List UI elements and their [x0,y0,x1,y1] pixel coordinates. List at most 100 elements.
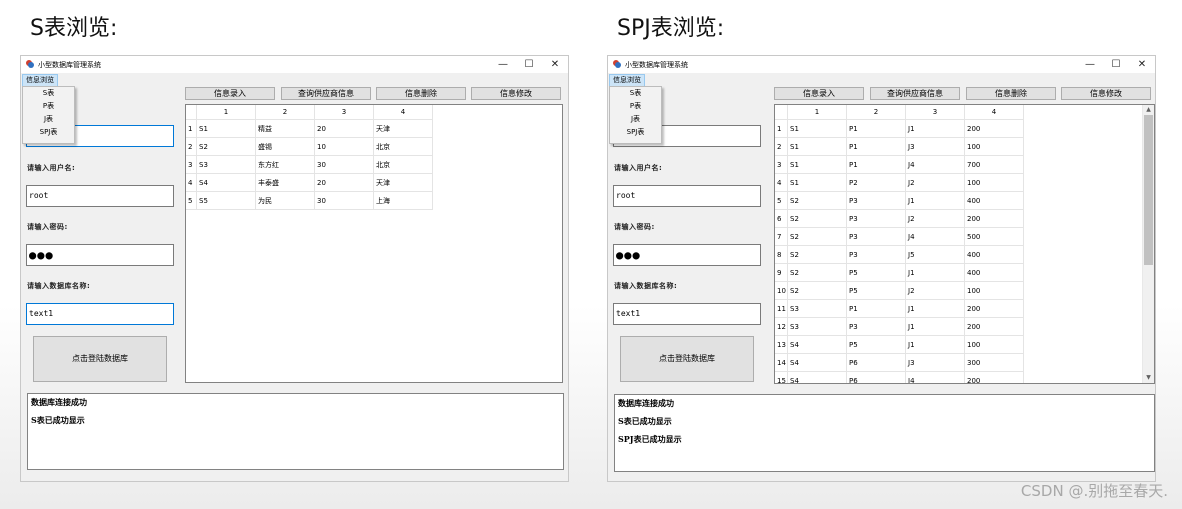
table-cell[interactable]: J2 [905,281,965,300]
table-row[interactable]: 9 S2 P5 J1 400 [775,263,1024,282]
row-header[interactable]: 3 [775,155,788,174]
table-row[interactable]: 4 S1 P2 J2 100 [775,173,1024,192]
table-cell[interactable]: J1 [905,335,965,354]
table-cell[interactable]: 20 [314,173,374,192]
table-cell[interactable]: S2 [787,245,847,264]
table-row[interactable]: 14 S4 P6 J3 300 [775,353,1024,372]
table-cell[interactable]: 100 [964,281,1024,300]
table-cell[interactable]: 400 [964,263,1024,282]
row-header[interactable]: 12 [775,317,788,336]
insert-button[interactable]: 信息录入 [774,87,864,100]
table-cell[interactable]: 30 [314,191,374,210]
table-row[interactable]: 3 S3 东方红 30 北京 [186,155,433,174]
table-cell[interactable]: S1 [787,137,847,156]
row-header[interactable]: 2 [186,137,197,156]
menu-item-j[interactable]: J表 [23,113,74,126]
table-cell[interactable]: P3 [846,317,906,336]
table-cell[interactable]: 400 [964,191,1024,210]
insert-button[interactable]: 信息录入 [185,87,275,100]
query-supplier-button[interactable]: 查询供应商信息 [281,87,371,100]
row-header[interactable]: 10 [775,281,788,300]
column-header[interactable]: 1 [196,105,256,120]
row-header[interactable]: 1 [186,119,197,138]
table-cell[interactable]: 10 [314,137,374,156]
column-header[interactable]: 2 [255,105,315,120]
maximize-icon[interactable]: ☐ [516,57,542,72]
table-cell[interactable]: 精益 [255,119,315,138]
data-grid[interactable]: 1 2 3 4 1 S1 P1 J1 200 2 S1 P1 J3 100 3 S1 P1 J4 700 4 S… [774,104,1155,384]
login-button[interactable]: 点击登陆数据库 [620,336,754,382]
table-cell[interactable]: P3 [846,209,906,228]
table-cell[interactable]: 天津 [373,173,433,192]
row-header[interactable]: 3 [186,155,197,174]
scroll-up-icon[interactable]: ▲ [1143,105,1154,115]
query-supplier-button[interactable]: 查询供应商信息 [870,87,960,100]
table-cell[interactable]: J4 [905,155,965,174]
table-row[interactable]: 3 S1 P1 J4 700 [775,155,1024,174]
table-row[interactable]: 4 S4 丰泰盛 20 天津 [186,173,433,192]
column-header[interactable]: 1 [787,105,847,120]
table-cell[interactable]: P1 [846,119,906,138]
minimize-icon[interactable]: — [1077,57,1103,72]
column-header[interactable]: 4 [373,105,433,120]
table-row[interactable]: 2 S2 盛锡 10 北京 [186,137,433,156]
row-header[interactable]: 8 [775,245,788,264]
table-cell[interactable]: S5 [196,191,256,210]
username-field[interactable]: root [613,185,761,207]
table-cell[interactable]: 400 [964,245,1024,264]
table-cell[interactable]: 200 [964,371,1024,383]
row-header[interactable]: 2 [775,137,788,156]
table-cell[interactable]: 为民 [255,191,315,210]
table-cell[interactable]: 200 [964,317,1024,336]
table-cell[interactable]: J3 [905,353,965,372]
minimize-icon[interactable]: — [490,57,516,72]
table-cell[interactable]: J5 [905,245,965,264]
table-cell[interactable]: P1 [846,299,906,318]
table-cell[interactable]: S1 [787,119,847,138]
table-cell[interactable]: S3 [787,317,847,336]
menu-item-p[interactable]: P表 [23,100,74,113]
table-cell[interactable]: P2 [846,173,906,192]
table-cell[interactable]: P6 [846,371,906,383]
table-cell[interactable]: S2 [787,263,847,282]
table-cell[interactable]: P5 [846,281,906,300]
menu-item-spj[interactable]: SPJ表 [23,126,74,139]
table-row[interactable]: 7 S2 P3 J4 500 [775,227,1024,246]
table-row[interactable]: 10 S2 P5 J2 100 [775,281,1024,300]
row-header[interactable]: 13 [775,335,788,354]
table-cell[interactable]: S1 [196,119,256,138]
table-cell[interactable]: S2 [787,191,847,210]
menu-item-spj[interactable]: SPJ表 [610,126,661,139]
table-row[interactable]: 1 S1 精益 20 天津 [186,119,433,138]
table-cell[interactable]: 上海 [373,191,433,210]
table-cell[interactable]: 100 [964,173,1024,192]
table-cell[interactable]: S1 [787,173,847,192]
table-cell[interactable]: P1 [846,155,906,174]
table-row[interactable]: 5 S2 P3 J1 400 [775,191,1024,210]
table-cell[interactable]: 20 [314,119,374,138]
delete-button[interactable]: 信息删除 [376,87,466,100]
table-cell[interactable]: P3 [846,191,906,210]
table-cell[interactable]: S4 [787,371,847,383]
row-header[interactable]: 15 [775,371,788,383]
database-field[interactable]: text1 [26,303,174,325]
table-cell[interactable]: 200 [964,209,1024,228]
row-header[interactable]: 5 [775,191,788,210]
table-cell[interactable]: 200 [964,119,1024,138]
scroll-thumb[interactable] [1144,115,1153,265]
modify-button[interactable]: 信息修改 [471,87,561,100]
table-cell[interactable]: J2 [905,209,965,228]
table-cell[interactable]: 天津 [373,119,433,138]
table-row[interactable]: 13 S4 P5 J1 100 [775,335,1024,354]
modify-button[interactable]: 信息修改 [1061,87,1151,100]
table-cell[interactable]: S4 [787,353,847,372]
maximize-icon[interactable]: ☐ [1103,57,1129,72]
column-header[interactable]: 2 [846,105,906,120]
table-cell[interactable]: S2 [787,227,847,246]
table-cell[interactable]: S4 [196,173,256,192]
menu-item-p[interactable]: P表 [610,100,661,113]
scroll-down-icon[interactable]: ▼ [1143,373,1154,383]
table-cell[interactable]: 丰泰盛 [255,173,315,192]
table-row[interactable]: 6 S2 P3 J2 200 [775,209,1024,228]
table-row[interactable]: 12 S3 P3 J1 200 [775,317,1024,336]
